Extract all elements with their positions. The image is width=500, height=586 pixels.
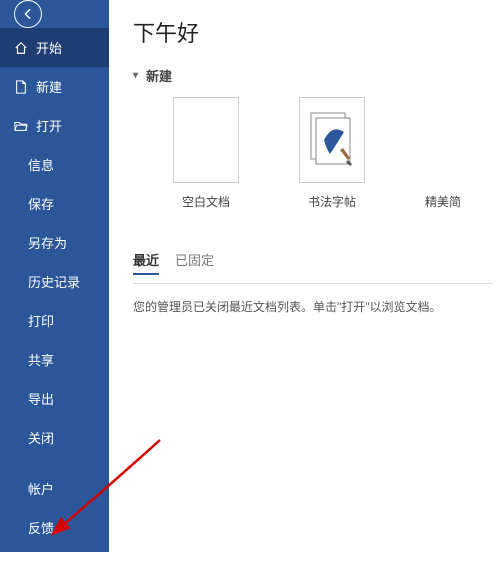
nav-info-label: 信息	[28, 158, 54, 173]
back-button[interactable]	[14, 0, 42, 28]
nav-feedback-label: 反馈	[28, 521, 54, 536]
nav-new-label: 新建	[36, 77, 62, 96]
template-calligraphy[interactable]: 书法字帖	[299, 97, 365, 210]
nav-account[interactable]: 帐户	[0, 469, 109, 508]
greeting: 下午好	[133, 16, 500, 48]
nav-open-label: 打开	[36, 116, 62, 135]
back-arrow-icon	[21, 7, 35, 21]
nav-save-label: 保存	[28, 197, 54, 212]
tab-pinned[interactable]: 已固定	[175, 250, 214, 275]
nav-feedback[interactable]: 反馈	[0, 508, 109, 547]
home-icon	[14, 41, 28, 55]
nav-share-label: 共享	[28, 353, 54, 368]
folder-open-icon	[14, 119, 28, 133]
nav-home-label: 开始	[36, 38, 62, 57]
nav-print[interactable]: 打印	[0, 301, 109, 340]
nav-export[interactable]: 导出	[0, 379, 109, 418]
template-elegant[interactable]: 精美简	[425, 97, 461, 210]
nav-info[interactable]: 信息	[0, 145, 109, 184]
calligraphy-icon	[310, 112, 354, 168]
nav-new[interactable]: 新建	[0, 67, 109, 106]
tab-recent-label: 最近	[133, 253, 159, 268]
nav-home[interactable]: 开始	[0, 28, 109, 67]
chevron-down-icon: ▾	[133, 70, 138, 81]
template-blank[interactable]: 空白文档	[173, 97, 239, 210]
nav-options[interactable]: 选项	[0, 547, 109, 586]
nav-share[interactable]: 共享	[0, 340, 109, 379]
nav-close-label: 关闭	[28, 431, 54, 446]
tabs-underline	[133, 283, 493, 284]
template-calligraphy-thumb	[299, 97, 365, 183]
nav-options-label: 选项	[28, 560, 54, 575]
nav-export-label: 导出	[28, 392, 54, 407]
main-panel: 下午好 ▾ 新建 空白文档 书法字帖 精美简	[109, 0, 500, 552]
tab-pinned-label: 已固定	[175, 253, 214, 268]
back-row	[0, 0, 109, 28]
template-blank-label: 空白文档	[182, 193, 230, 210]
nav-close[interactable]: 关闭	[0, 418, 109, 457]
section-new-header[interactable]: ▾ 新建	[133, 66, 500, 85]
recent-tabs: 最近 已固定	[133, 250, 500, 275]
template-calligraphy-label: 书法字帖	[308, 193, 356, 210]
sidebar: 开始 新建 打开 信息 保存 另存为 历史记录 打印 共享 导出 关闭 帐户 反…	[0, 0, 109, 552]
nav-account-label: 帐户	[28, 482, 54, 497]
nav-save[interactable]: 保存	[0, 184, 109, 223]
nav-history[interactable]: 历史记录	[0, 262, 109, 301]
nav-save-as-label: 另存为	[28, 236, 67, 251]
document-icon	[14, 80, 28, 94]
template-elegant-thumb	[438, 97, 448, 183]
nav-history-label: 历史记录	[28, 275, 80, 290]
nav-print-label: 打印	[28, 314, 54, 329]
nav-open[interactable]: 打开	[0, 106, 109, 145]
nav-save-as[interactable]: 另存为	[0, 223, 109, 262]
section-new-label: 新建	[146, 66, 172, 85]
template-elegant-label: 精美简	[425, 193, 461, 210]
templates-row: 空白文档 书法字帖 精美简	[173, 97, 500, 210]
template-blank-thumb	[173, 97, 239, 183]
tab-recent[interactable]: 最近	[133, 250, 159, 275]
recent-empty-message: 您的管理员已关闭最近文档列表。单击"打开"以浏览文档。	[133, 298, 500, 315]
